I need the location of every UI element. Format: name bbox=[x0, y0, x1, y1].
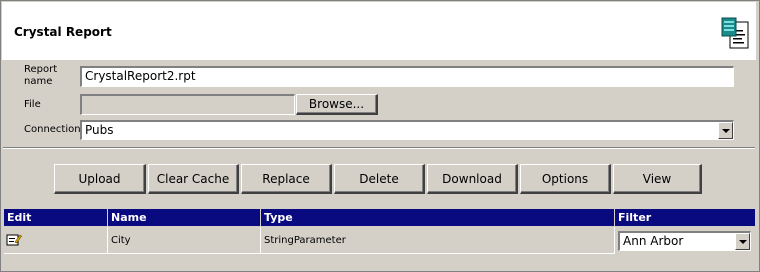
chevron-down-icon[interactable] bbox=[735, 233, 750, 250]
delete-button[interactable]: Delete bbox=[334, 164, 425, 194]
browse-button[interactable]: Browse... bbox=[296, 94, 378, 115]
options-button[interactable]: Options bbox=[520, 164, 611, 194]
clear-cache-button[interactable]: Clear Cache bbox=[148, 164, 239, 194]
grid-cell-name: City bbox=[108, 227, 261, 254]
report-name-label: Report name bbox=[24, 64, 58, 87]
panel-header: Crystal Report bbox=[2, 2, 756, 60]
report-name-input[interactable]: CrystalReport2.rpt bbox=[80, 66, 734, 87]
grid-header-type: Type bbox=[261, 209, 615, 226]
view-button[interactable]: View bbox=[613, 164, 702, 194]
grid-header-filter: Filter bbox=[615, 209, 755, 226]
upload-button[interactable]: Upload bbox=[54, 164, 146, 194]
section-divider bbox=[3, 147, 755, 149]
connection-value: Pubs bbox=[85, 123, 114, 137]
file-label: File bbox=[24, 99, 41, 110]
chevron-down-icon[interactable] bbox=[718, 122, 733, 139]
grid-header-name: Name bbox=[108, 209, 261, 226]
grid-header-edit: Edit bbox=[4, 209, 108, 226]
connection-select[interactable]: Pubs bbox=[80, 120, 734, 140]
filter-value: Ann Arbor bbox=[623, 234, 684, 248]
file-input[interactable] bbox=[80, 94, 295, 115]
filter-select[interactable]: Ann Arbor bbox=[618, 231, 751, 251]
edit-icon[interactable] bbox=[6, 233, 22, 247]
connection-label: Connection bbox=[24, 124, 81, 135]
download-button[interactable]: Download bbox=[427, 164, 518, 194]
grid-cell-type: StringParameter bbox=[261, 227, 615, 254]
panel-title: Crystal Report bbox=[14, 25, 112, 39]
report-document-icon bbox=[721, 17, 749, 49]
replace-button[interactable]: Replace bbox=[241, 164, 332, 194]
